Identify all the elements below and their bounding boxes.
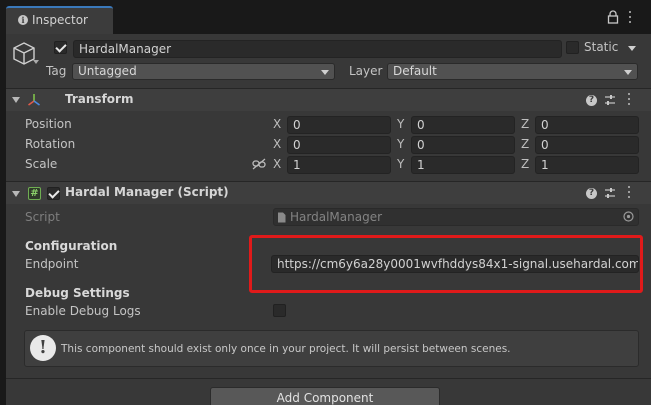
static-checkbox[interactable] <box>566 41 579 54</box>
object-name-input[interactable]: HardalManager <box>73 40 562 58</box>
tab-menu-icon[interactable] <box>626 11 634 25</box>
scale-y-input[interactable]: 1 <box>411 156 515 174</box>
divider <box>6 378 651 379</box>
transform-title: Transform <box>65 92 134 106</box>
rotation-y-input[interactable]: 0 <box>411 136 515 154</box>
axis-x-label: X <box>273 157 282 171</box>
lock-icon[interactable] <box>607 10 619 24</box>
script-component-title: Hardal Manager (Script) <box>65 185 229 199</box>
layer-dropdown[interactable]: Default <box>387 63 638 80</box>
tab-inspector[interactable]: i Inspector <box>6 6 113 34</box>
preset-sliders-icon[interactable] <box>604 94 616 106</box>
script-file-icon <box>278 212 286 223</box>
configuration-heading: Configuration <box>25 239 118 253</box>
tag-label: Tag <box>46 64 67 78</box>
transform-axes-icon <box>28 94 40 106</box>
axis-x-label: X <box>273 117 282 131</box>
helpbox-text: This component should exist only once in… <box>61 343 511 355</box>
script-hash-icon: # <box>28 187 41 200</box>
tag-value: Untagged <box>78 64 137 78</box>
axis-y-label: Y <box>397 157 405 171</box>
help-icon[interactable]: ? <box>586 188 597 199</box>
link-scale-icon[interactable] <box>252 158 266 170</box>
endpoint-input[interactable]: https://cm6y6a28y0001wvfhddys84x1-signal… <box>271 255 639 273</box>
axis-z-label: Z <box>521 157 530 171</box>
foldout-arrow-icon[interactable] <box>12 97 20 103</box>
scale-z-input[interactable]: 1 <box>535 156 639 174</box>
rotation-label: Rotation <box>25 137 76 151</box>
info-icon: i <box>18 15 28 25</box>
debug-settings-heading: Debug Settings <box>25 286 130 300</box>
axis-y-label: Y <box>397 137 405 151</box>
chevron-down-icon <box>624 70 632 75</box>
tab-title: Inspector <box>32 13 88 27</box>
axis-y-label: Y <box>397 117 405 131</box>
scale-label: Scale <box>25 157 58 171</box>
scale-x-input[interactable]: 1 <box>287 156 391 174</box>
script-object-field[interactable]: HardalManager <box>273 208 639 226</box>
position-z-input[interactable]: 0 <box>535 116 639 134</box>
tag-dropdown[interactable]: Untagged <box>72 63 335 80</box>
position-y-input[interactable]: 0 <box>411 116 515 134</box>
static-label: Static <box>584 40 619 54</box>
component-menu-icon[interactable] <box>625 93 633 107</box>
script-label: Script <box>25 210 60 224</box>
object-picker-icon[interactable] <box>623 211 634 222</box>
foldout-arrow-icon[interactable] <box>12 191 20 197</box>
axis-z-label: Z <box>521 117 530 131</box>
add-component-button[interactable]: Add Component <box>210 387 440 405</box>
active-checkbox[interactable] <box>54 41 67 54</box>
position-x-input[interactable]: 0 <box>287 116 391 134</box>
layer-label: Layer <box>349 64 383 78</box>
endpoint-label: Endpoint <box>25 257 79 271</box>
static-dropdown-icon[interactable] <box>628 46 636 51</box>
enable-debug-logs-label: Enable Debug Logs <box>25 304 141 318</box>
preset-sliders-icon[interactable] <box>604 187 616 199</box>
axis-x-label: X <box>273 137 282 151</box>
script-value: HardalManager <box>290 210 383 224</box>
help-icon[interactable]: ? <box>586 95 597 106</box>
axis-z-label: Z <box>521 137 530 151</box>
layer-value: Default <box>393 64 437 78</box>
enable-debug-logs-checkbox[interactable] <box>273 304 286 317</box>
chevron-down-icon <box>321 70 329 75</box>
info-exclamation-icon: ! <box>30 335 56 361</box>
position-label: Position <box>25 117 72 131</box>
component-menu-icon[interactable] <box>625 186 633 200</box>
rotation-x-input[interactable]: 0 <box>287 136 391 154</box>
chevron-down-icon[interactable] <box>33 60 39 64</box>
script-enabled-checkbox[interactable] <box>47 187 60 200</box>
rotation-z-input[interactable]: 0 <box>535 136 639 154</box>
